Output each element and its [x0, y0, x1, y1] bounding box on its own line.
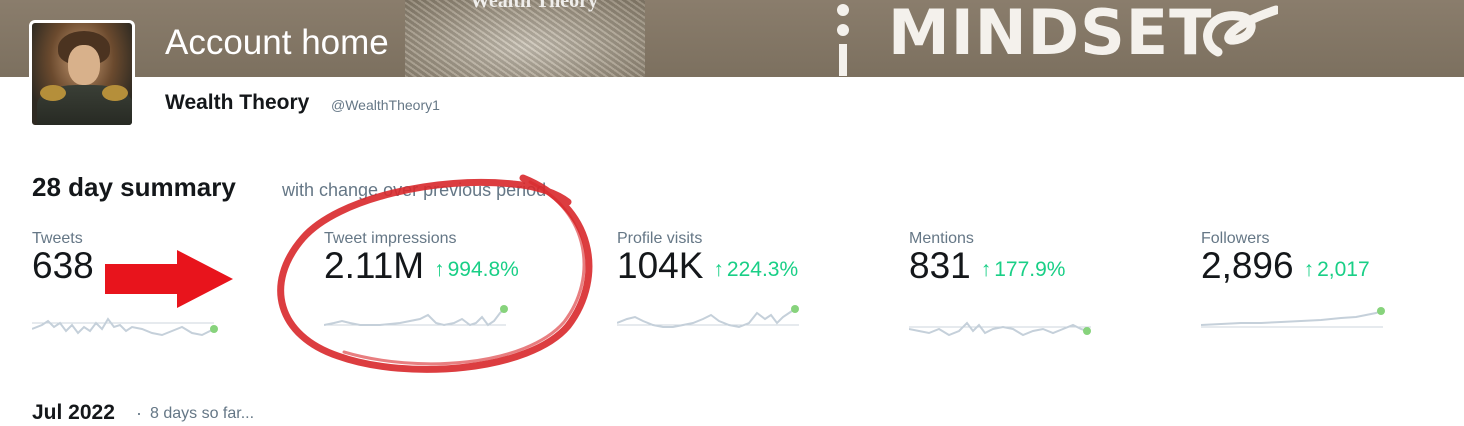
stat-change-value: 177.9%	[994, 258, 1066, 281]
red-annotation-arrow-icon	[105, 250, 233, 308]
up-arrow-icon: ↑	[713, 258, 724, 281]
up-arrow-icon: ↑	[1303, 258, 1315, 281]
stat-value: 831 ↑ 177.9%	[909, 245, 1065, 287]
stat-value-number: 638	[32, 245, 94, 286]
account-name[interactable]: Wealth Theory	[165, 91, 309, 115]
up-arrow-icon: ↑	[980, 258, 992, 281]
tweets-sparkline	[32, 317, 218, 337]
stat-change-value: 224.3%	[726, 258, 799, 281]
stat-value-number: 104K	[617, 245, 704, 286]
month-separator: ·	[136, 403, 142, 423]
banner-swoosh-icon	[1203, 5, 1278, 57]
page-title: Account home	[165, 23, 389, 62]
followers-sparkline	[1201, 307, 1385, 328]
stat-value-number: 2,896	[1201, 245, 1294, 286]
month-subtitle: 8 days so far...	[150, 405, 255, 422]
summary-title: 28 day summary	[32, 172, 236, 202]
profile-visits-sparkline	[617, 305, 799, 329]
mentions-sparkline	[909, 321, 1091, 337]
stat-change-value: 2,017	[1317, 258, 1370, 281]
avatar[interactable]	[29, 20, 135, 128]
stat-change: ↑ 177.9%	[981, 258, 1066, 281]
banner-brand-text: MINDSET	[888, 0, 1213, 69]
red-annotation-circle	[277, 174, 593, 373]
stat-value-number: 831	[909, 245, 971, 286]
stat-value: 2,896 ↑ 2,017	[1201, 245, 1370, 287]
stat-value: 104K ↑ 224.3%	[617, 245, 798, 287]
stat-change: ↑ 2,017	[1304, 258, 1370, 281]
stat-change: ↑ 224.3%	[713, 258, 798, 281]
stat-value: 638	[32, 245, 94, 287]
account-handle[interactable]: @WealthTheory1	[331, 97, 440, 113]
banner-overlay-text: Wealth Theory	[470, 0, 598, 12]
profile-banner: Wealth Theory MINDSET Account home	[0, 0, 1464, 77]
month-title: Jul 2022	[32, 401, 115, 424]
banner-exclamation-icon	[837, 4, 851, 76]
